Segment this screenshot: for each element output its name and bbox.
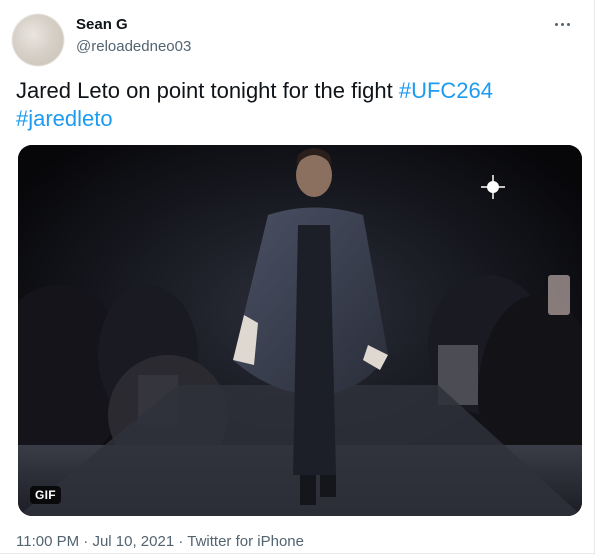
hashtag-jaredleto[interactable]: #jaredleto xyxy=(16,106,113,131)
avatar[interactable] xyxy=(12,14,64,66)
tweet-date[interactable]: Jul 10, 2021 xyxy=(92,533,174,550)
gif-media[interactable]: GIF xyxy=(18,145,582,516)
author-name[interactable]: Sean G xyxy=(76,16,128,33)
meta-separator: · xyxy=(178,533,184,550)
tweet-text: Jared Leto on point tonight for the figh… xyxy=(16,77,576,133)
hashtag-ufc264[interactable]: #UFC264 xyxy=(399,78,493,103)
runway-gif-image xyxy=(18,145,582,516)
gif-badge: GIF xyxy=(30,486,61,504)
tweet-source[interactable]: Twitter for iPhone xyxy=(187,533,304,550)
tweet-time[interactable]: 11:00 PM xyxy=(16,533,79,550)
tweet-body: Jared Leto on point tonight for the figh… xyxy=(16,78,399,103)
meta-separator: · xyxy=(83,533,89,550)
tweet-card: Sean G @reloadedneo03 Jared Leto on poin… xyxy=(0,0,595,554)
more-options-button[interactable] xyxy=(550,12,574,36)
author-handle[interactable]: @reloadedneo03 xyxy=(76,38,191,55)
tweet-metadata: 11:00 PM · Jul 10, 2021 · Twitter for iP… xyxy=(16,533,304,550)
more-horizontal-icon xyxy=(553,22,571,26)
